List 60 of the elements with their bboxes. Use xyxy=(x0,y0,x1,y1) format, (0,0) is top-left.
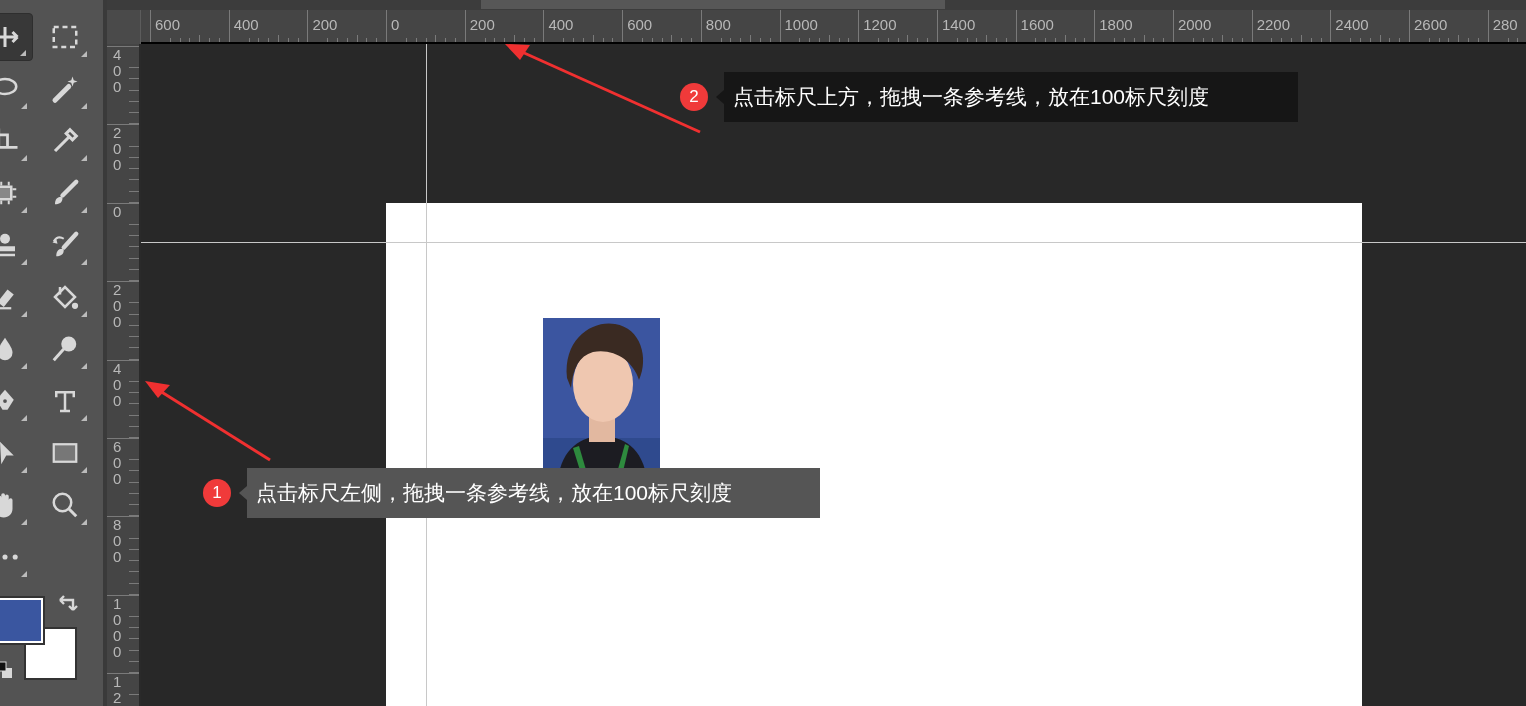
ruler-label: 0 xyxy=(390,15,401,34)
flyout-triangle-icon xyxy=(21,155,27,161)
horizontal-ruler[interactable]: 600 400 200 0 200 400 600 800 1000 1200 1400 1600 1800 2000 2200 2400 2600 280 xyxy=(141,10,1526,44)
ruler-label: 400 xyxy=(113,360,123,411)
ruler-label: 200 xyxy=(311,15,339,34)
flyout-triangle-icon xyxy=(21,103,27,109)
ruler-label: 1200 xyxy=(862,15,898,34)
flyout-triangle-icon xyxy=(21,519,27,525)
ruler-label: 200 xyxy=(468,15,496,34)
zoom-icon xyxy=(50,490,80,520)
vertical-ruler[interactable]: 400 200 0 200 400 600 800 1000 12 xyxy=(107,44,141,706)
ruler-label: 400 xyxy=(232,15,260,34)
flyout-triangle-icon xyxy=(81,467,87,473)
default-colors-icon[interactable] xyxy=(0,660,14,680)
flyout-triangle-icon xyxy=(21,415,27,421)
flyout-triangle-icon xyxy=(21,311,27,317)
ruler-label: 600 xyxy=(626,15,654,34)
flyout-triangle-icon xyxy=(81,103,87,109)
ruler-label: 200 xyxy=(113,282,123,333)
ruler-label: 400 xyxy=(113,47,123,97)
ruler-label: 1000 xyxy=(783,15,819,34)
callout-text: 点击标尺上方，拖拽一条参考线，放在100标尺刻度 xyxy=(724,72,1298,122)
flyout-triangle-icon xyxy=(81,259,87,265)
color-swatches-drawing[interactable] xyxy=(0,595,78,681)
ruler-label: 2200 xyxy=(1255,15,1291,34)
flyout-triangle-icon xyxy=(81,519,87,525)
flyout-triangle-icon xyxy=(81,155,87,161)
flyout-triangle-icon xyxy=(81,311,87,317)
ruler-label: 600 xyxy=(113,438,123,489)
vertical-guide-line[interactable] xyxy=(426,44,427,706)
flyout-triangle-icon xyxy=(81,51,87,57)
flyout-triangle-icon xyxy=(21,571,27,577)
flyout-triangle-icon xyxy=(21,363,27,369)
ruler-label: 2400 xyxy=(1334,15,1370,34)
pointer-triangle-icon xyxy=(239,486,247,500)
ruler-label: 1000 xyxy=(113,595,123,662)
flyout-triangle-icon xyxy=(20,50,26,56)
ruler-label: 1800 xyxy=(1098,15,1134,34)
flyout-triangle-icon xyxy=(21,467,27,473)
ruler-label: 2600 xyxy=(1413,15,1449,34)
magic-wand-icon xyxy=(50,74,80,104)
flyout-triangle-icon xyxy=(81,415,87,421)
ruler-corner xyxy=(107,10,141,44)
ruler-label: 280 xyxy=(1491,15,1519,34)
ruler-label: 800 xyxy=(704,15,732,34)
ruler-label: 2000 xyxy=(1176,15,1213,34)
ruler-label: 200 xyxy=(113,125,123,176)
ruler-label: 400 xyxy=(547,15,575,34)
ruler-label: 600 xyxy=(154,15,182,34)
callout-text: 点击标尺左侧，拖拽一条参考线，放在100标尺刻度 xyxy=(247,468,820,518)
ruler-label: 800 xyxy=(113,517,123,568)
flyout-triangle-icon xyxy=(21,259,27,265)
flyout-triangle-icon xyxy=(81,363,87,369)
ruler-label: 1600 xyxy=(1019,15,1055,34)
flyout-triangle-icon xyxy=(81,207,87,213)
ruler-label: 12 xyxy=(113,674,123,706)
ruler-label: 1400 xyxy=(940,15,977,34)
ruler-label: 0 xyxy=(113,203,123,222)
flyout-triangle-icon xyxy=(21,207,27,213)
scrollbar-thumb[interactable] xyxy=(481,0,945,9)
